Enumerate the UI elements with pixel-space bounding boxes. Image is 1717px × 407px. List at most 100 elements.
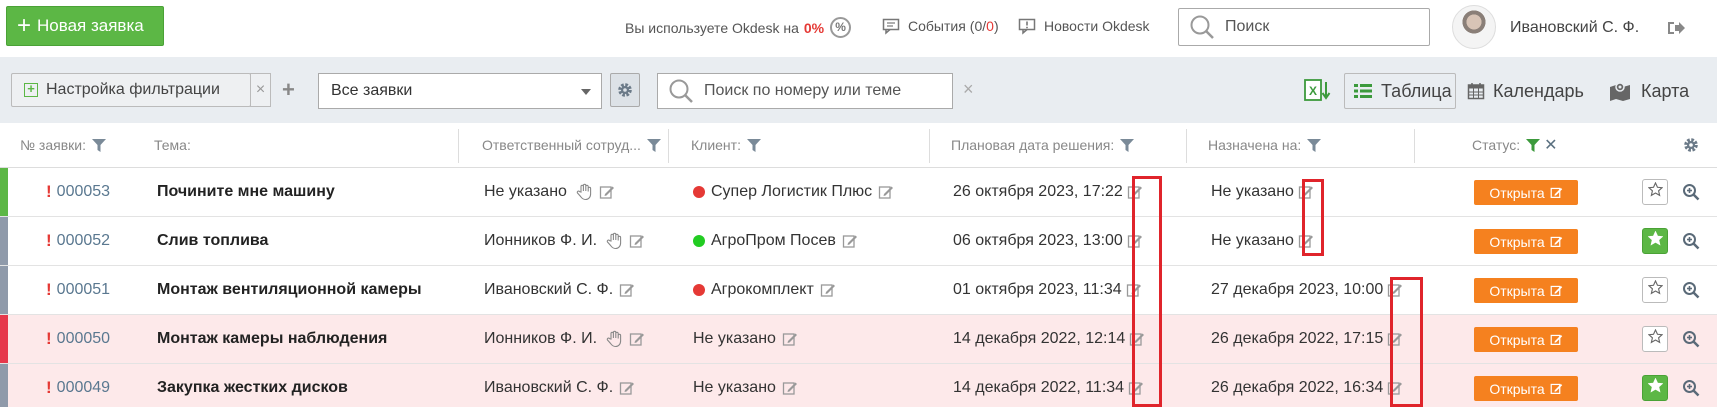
- take-request-icon[interactable]: [575, 183, 593, 201]
- filter-icon[interactable]: [91, 138, 106, 152]
- client-name[interactable]: Не указано: [693, 330, 776, 348]
- zoom-icon[interactable]: [1682, 232, 1700, 250]
- topic-cell[interactable]: Монтаж камеры наблюдения: [157, 315, 387, 363]
- zoom-icon[interactable]: [1682, 330, 1700, 348]
- request-number[interactable]: 000049: [57, 379, 110, 397]
- zoom-icon[interactable]: [1682, 379, 1700, 397]
- request-topic[interactable]: Закупка жестких дисков: [157, 379, 348, 397]
- table-row[interactable]: ! 000053 Почините мне машину Не указано Супе…: [0, 168, 1717, 217]
- client-name[interactable]: Агрокомплект: [711, 281, 814, 299]
- news-link[interactable]: Новости Okdesk: [1018, 17, 1150, 35]
- status-badge[interactable]: Открыта: [1474, 376, 1578, 401]
- add-filter-button[interactable]: +: [282, 77, 295, 103]
- global-search-input[interactable]: Поиск: [1178, 8, 1430, 46]
- topic-cell[interactable]: Закупка жестких дисков: [157, 364, 348, 407]
- filter-icon[interactable]: [746, 138, 761, 152]
- topic-cell[interactable]: Почините мне машину: [157, 168, 335, 216]
- table-row[interactable]: ! 000051 Монтаж вентиляционной камеры Ивано…: [0, 266, 1717, 315]
- table-row[interactable]: ! 000052 Слив топлива Ионников Ф. И. АгроПро…: [0, 217, 1717, 266]
- view-settings-button[interactable]: [610, 73, 640, 107]
- request-number[interactable]: 000050: [57, 330, 110, 348]
- logout-icon[interactable]: [1666, 19, 1686, 37]
- new-request-button[interactable]: + Новая заявка: [6, 6, 164, 46]
- map-view-button[interactable]: Карта: [1609, 73, 1689, 109]
- request-topic[interactable]: Монтаж камеры наблюдения: [157, 330, 387, 348]
- request-number[interactable]: 000053: [57, 183, 110, 201]
- column-planned-date[interactable]: Плановая дата решения:: [951, 123, 1135, 167]
- view-select[interactable]: Все заявки: [318, 73, 602, 109]
- edit-responsible-icon[interactable]: [629, 331, 645, 347]
- edit-responsible-icon[interactable]: [619, 282, 635, 298]
- gear-icon[interactable]: [1682, 136, 1700, 154]
- planned-date-cell: 01 октября 2023, 11:34: [953, 266, 1142, 314]
- take-request-icon[interactable]: [605, 232, 623, 250]
- calendar-view-label: Календарь: [1493, 80, 1584, 101]
- status-badge[interactable]: Открыта: [1474, 278, 1578, 303]
- filter-icon[interactable]: [646, 138, 661, 152]
- request-number[interactable]: 000052: [57, 232, 110, 250]
- edit-responsible-icon[interactable]: [629, 233, 645, 249]
- request-number-cell[interactable]: ! 000051: [46, 266, 110, 314]
- request-number-cell[interactable]: ! 000050: [46, 315, 110, 363]
- request-number[interactable]: 000051: [57, 281, 110, 299]
- edit-client-icon[interactable]: [842, 233, 858, 249]
- edit-client-icon[interactable]: [782, 331, 798, 347]
- request-number-cell[interactable]: ! 000049: [46, 364, 110, 407]
- client-name[interactable]: АгроПром Посев: [711, 232, 836, 250]
- client-cell: Супер Логистик Плюс: [693, 168, 894, 216]
- filter-settings-button[interactable]: + Настройка фильтрации: [11, 73, 251, 107]
- take-request-icon[interactable]: [605, 330, 623, 348]
- user-name[interactable]: Ивановский С. Ф.: [1510, 19, 1639, 37]
- column-status[interactable]: Статус: ✕: [1472, 123, 1558, 167]
- column-responsible[interactable]: Ответственный сотруд...: [482, 123, 661, 167]
- filter-active-icon[interactable]: [1526, 138, 1541, 152]
- request-topic[interactable]: Слив топлива: [157, 232, 268, 250]
- column-client[interactable]: Клиент:: [691, 123, 761, 167]
- favorite-button[interactable]: [1642, 375, 1668, 401]
- priority-stripe: [0, 217, 8, 265]
- filter-icon[interactable]: [1120, 138, 1135, 152]
- request-search-input[interactable]: Поиск по номеру или теме: [657, 73, 953, 109]
- favorite-button[interactable]: [1642, 277, 1668, 303]
- column-number[interactable]: № заявки:: [20, 123, 106, 167]
- topic-cell[interactable]: Монтаж вентиляционной камеры: [157, 266, 422, 314]
- column-topic[interactable]: Тема:: [154, 123, 191, 167]
- clear-filter-button[interactable]: ×: [250, 73, 271, 107]
- favorite-button[interactable]: [1642, 179, 1668, 205]
- usage-text: Вы используете Okdesk на: [625, 19, 799, 36]
- edit-responsible-icon[interactable]: [599, 184, 615, 200]
- status-badge[interactable]: Открыта: [1474, 327, 1578, 352]
- request-number-cell[interactable]: ! 000052: [46, 217, 110, 265]
- table-view-button[interactable]: Таблица: [1344, 73, 1456, 109]
- star-icon: [1647, 328, 1663, 349]
- favorite-button[interactable]: [1642, 326, 1668, 352]
- edit-client-icon[interactable]: [878, 184, 894, 200]
- avatar[interactable]: [1452, 5, 1496, 49]
- column-assigned[interactable]: Назначена на:: [1208, 123, 1322, 167]
- zoom-icon[interactable]: [1682, 281, 1700, 299]
- request-topic[interactable]: Почините мне машину: [157, 183, 335, 201]
- clear-status-filter-icon[interactable]: ✕: [1544, 135, 1557, 155]
- client-name[interactable]: Не указано: [693, 379, 776, 397]
- status-badge[interactable]: Открыта: [1474, 229, 1578, 254]
- excel-export-icon[interactable]: X: [1303, 76, 1331, 104]
- usage-help-icon[interactable]: %: [830, 17, 852, 38]
- filter-icon[interactable]: [1307, 138, 1322, 152]
- table-row[interactable]: ! 000049 Закупка жестких дисков Ивановский …: [0, 364, 1717, 407]
- client-name[interactable]: Супер Логистик Плюс: [711, 183, 872, 201]
- favorite-button[interactable]: [1642, 228, 1668, 254]
- edit-client-icon[interactable]: [782, 380, 798, 396]
- request-topic[interactable]: Монтаж вентиляционной камеры: [157, 281, 422, 299]
- zoom-icon[interactable]: [1682, 183, 1700, 201]
- events-link[interactable]: События (0/0): [882, 17, 999, 35]
- list-icon: [1354, 84, 1372, 98]
- request-number-cell[interactable]: ! 000053: [46, 168, 110, 216]
- topic-cell[interactable]: Слив топлива: [157, 217, 268, 265]
- calendar-view-button[interactable]: Календарь: [1467, 73, 1584, 109]
- edit-responsible-icon[interactable]: [619, 380, 635, 396]
- status-badge[interactable]: Открыта: [1474, 180, 1578, 205]
- table-row[interactable]: ! 000050 Монтаж камеры наблюдения Ионников …: [0, 315, 1717, 364]
- assigned-cell: 26 декабря 2022, 16:34: [1211, 364, 1403, 407]
- edit-client-icon[interactable]: [820, 282, 836, 298]
- clear-search-button[interactable]: ×: [963, 79, 974, 100]
